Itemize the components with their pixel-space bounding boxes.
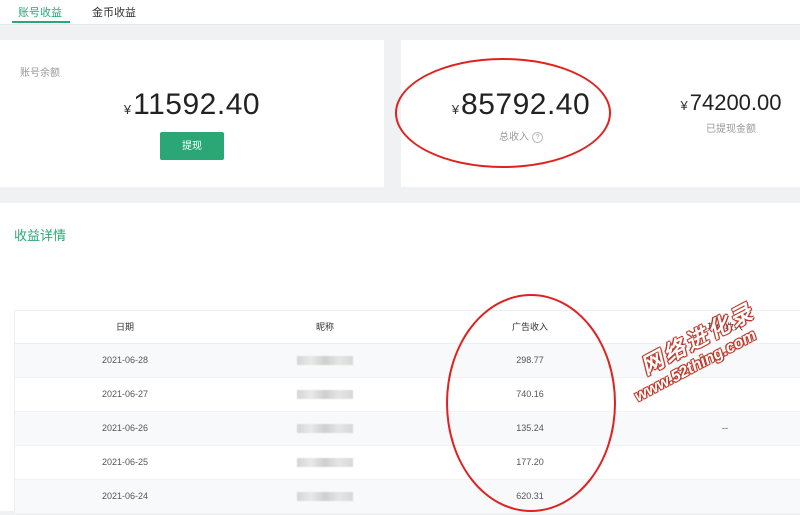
withdraw-button[interactable]: 提现 xyxy=(160,132,224,160)
tab-account-earnings[interactable]: 账号收益 xyxy=(18,4,62,20)
table-row: 2021-06-26 135.24 -- xyxy=(15,412,800,446)
total-income-label: 总收入 xyxy=(499,132,529,143)
income-summary-card: ¥85792.40 总收入? ¥74200.00 已提现金额 xyxy=(401,40,800,187)
blurred-nickname xyxy=(297,458,353,468)
cell-ad-income: 620.31 xyxy=(516,491,544,501)
cell-other-income: -- xyxy=(722,423,728,433)
column-header-ad-income: 广告收入 xyxy=(511,322,548,332)
total-income-value: 85792.40 xyxy=(461,88,591,121)
tab-bar: 账号收益 金币收益 xyxy=(0,0,800,25)
details-title: 收益详情 xyxy=(14,228,67,243)
table-row: 2021-06-27 740.16 xyxy=(15,378,800,412)
blurred-nickname xyxy=(297,424,353,434)
cell-date: 2021-06-27 xyxy=(101,389,149,399)
table-row: 2021-06-28 298.77 xyxy=(15,344,800,378)
table-body: 2021-06-28 298.77 2021-06-27 740.16 2021… xyxy=(15,344,800,514)
table-row: 2021-06-24 620.31 xyxy=(15,480,800,514)
account-balance-card: 账号余额 ¥11592.40 提现 xyxy=(0,40,384,187)
total-income-label-wrap: 总收入? xyxy=(441,128,601,143)
cell-nickname xyxy=(235,344,415,377)
tab-coin-earnings[interactable]: 金币收益 xyxy=(92,4,136,20)
cell-nickname xyxy=(235,412,415,445)
column-header-date: 日期 xyxy=(115,322,134,332)
currency-symbol: ¥ xyxy=(680,98,688,113)
cell-ad-income: 135.24 xyxy=(516,423,544,433)
active-tab-indicator xyxy=(12,21,70,23)
earnings-table: 日期 昵称 广告收入 其他收入 2021-06-28 298.77 2021-0… xyxy=(14,310,800,515)
help-icon[interactable]: ? xyxy=(532,131,543,143)
table-row: 2021-06-25 177.20 xyxy=(15,446,800,480)
table-header: 日期 昵称 广告收入 其他收入 xyxy=(15,311,800,344)
balance-amount: ¥11592.40 xyxy=(0,88,384,122)
earnings-details-section: 收益详情 日期 昵称 广告收入 其他收入 2021-06-28 298.77 2… xyxy=(0,203,800,515)
cell-date: 2021-06-24 xyxy=(101,491,149,501)
blurred-nickname xyxy=(297,492,353,502)
cell-date: 2021-06-25 xyxy=(101,457,149,467)
cell-ad-income: 177.20 xyxy=(516,457,544,467)
total-income-amount: ¥85792.40 xyxy=(441,88,601,122)
cell-ad-income: 740.16 xyxy=(516,389,544,399)
cell-nickname xyxy=(235,480,415,513)
cell-nickname xyxy=(235,378,415,411)
currency-symbol: ¥ xyxy=(123,102,132,117)
blurred-nickname xyxy=(297,390,353,400)
column-header-other-income: 其他收入 xyxy=(706,322,743,332)
withdrawn-value: 74200.00 xyxy=(689,90,782,115)
cell-ad-income: 298.77 xyxy=(516,355,544,365)
cell-date: 2021-06-28 xyxy=(101,355,149,365)
currency-symbol: ¥ xyxy=(451,102,460,117)
blurred-nickname xyxy=(297,356,353,366)
cell-nickname xyxy=(235,446,415,479)
balance-label: 账号余额 xyxy=(20,68,60,79)
cell-date: 2021-06-26 xyxy=(101,423,149,433)
withdrawn-label: 已提现金额 xyxy=(706,124,756,135)
withdrawn-amount: ¥74200.00 xyxy=(671,90,791,116)
balance-value: 11592.40 xyxy=(133,88,261,121)
column-header-nickname: 昵称 xyxy=(315,322,334,332)
